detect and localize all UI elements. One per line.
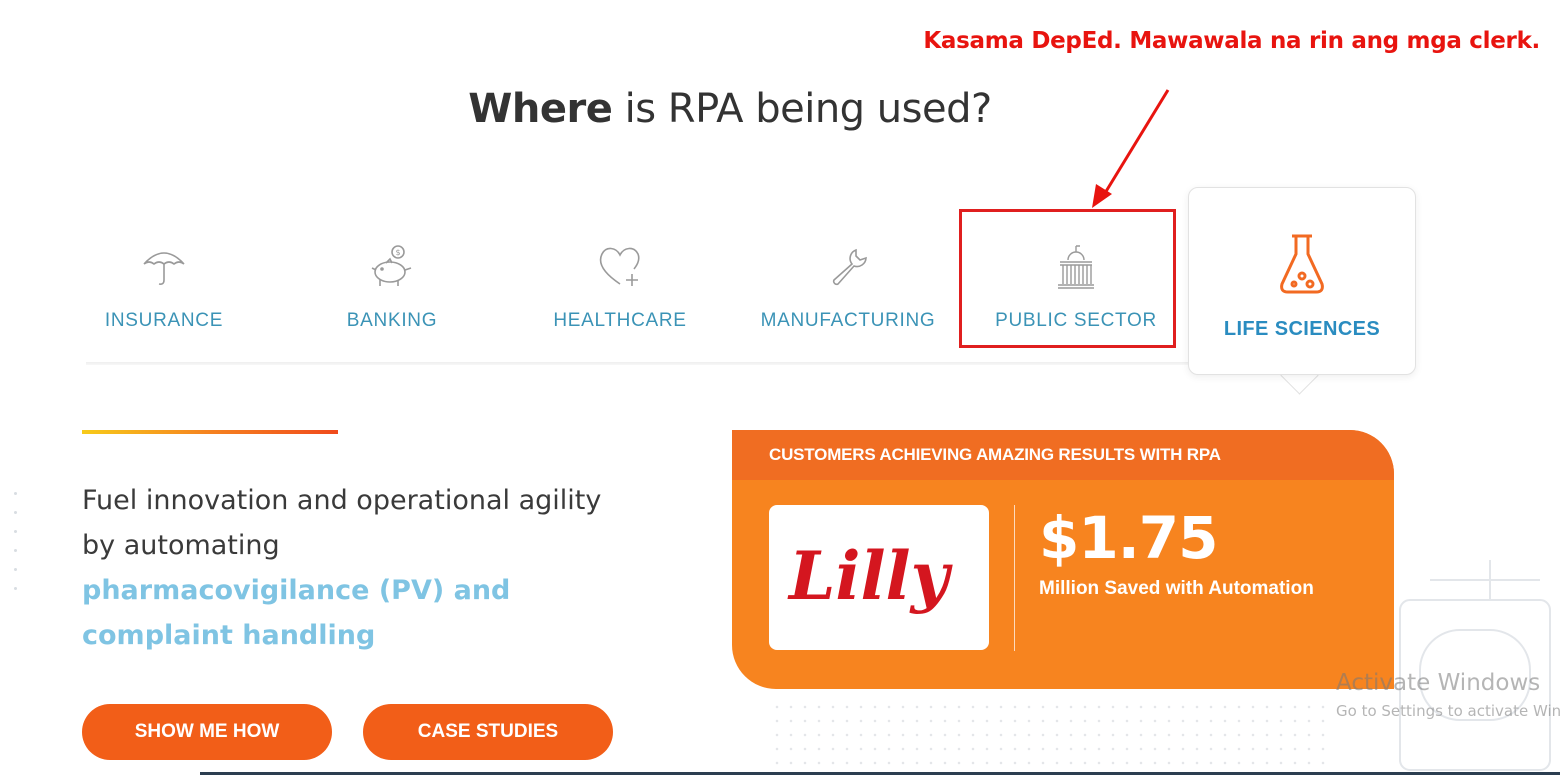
svg-text:$: $	[396, 248, 401, 257]
industry-description: Fuel innovation and operational agility …	[82, 478, 642, 658]
page-title: Where is RPA being used?	[468, 86, 992, 132]
lilly-logo-icon: Lilly	[787, 537, 954, 615]
tab-insurance[interactable]: INSURANCE	[50, 230, 278, 340]
tab-label: INSURANCE	[104, 310, 224, 331]
show-me-how-button[interactable]: SHOW ME HOW	[82, 704, 332, 760]
wrench-icon	[832, 248, 867, 286]
tab-banking[interactable]: $ BANKING	[278, 230, 506, 340]
description-highlight: complaint handling	[82, 620, 376, 651]
annotation-arrow-icon	[1092, 89, 1170, 208]
customer-result-card: CUSTOMERS ACHIEVING AMAZING RESULTS WITH…	[732, 430, 1394, 689]
tab-label: MANUFACTURING	[760, 310, 936, 331]
background-sketch-icon	[1399, 560, 1551, 771]
tabs-divider	[86, 362, 1190, 365]
description-text: Fuel innovation and operational agility …	[82, 485, 602, 561]
heart-plus-icon	[599, 247, 640, 286]
accent-line	[82, 430, 338, 434]
decorative-dots	[14, 492, 22, 606]
tab-manufacturing[interactable]: MANUFACTURING	[734, 230, 962, 340]
annotation-text: Kasama DepEd. Mawawala na rin ang mga cl…	[923, 28, 1540, 54]
card-divider	[1014, 505, 1015, 651]
decorative-dot-grid	[770, 700, 1330, 775]
flask-icon	[1280, 234, 1324, 294]
tab-life-sciences[interactable]: LIFE SCIENCES	[1188, 187, 1416, 375]
tab-label: HEALTHCARE	[553, 310, 687, 331]
tab-label: LIFE SCIENCES	[1223, 318, 1381, 340]
card-header: CUSTOMERS ACHIEVING AMAZING RESULTS WITH…	[732, 430, 1394, 480]
description-highlight: pharmacovigilance (PV) and	[82, 575, 511, 606]
watermark-title: Activate Windows	[1336, 670, 1541, 696]
savings-value: $1.75	[1039, 504, 1218, 572]
customer-logo: Lilly	[769, 505, 989, 650]
tab-label: BANKING	[346, 310, 438, 331]
piggy-bank-icon: $	[371, 245, 412, 286]
windows-activation-watermark: Activate Windows Go to Settings to activ…	[1336, 670, 1560, 720]
annotation-highlight-box	[959, 209, 1176, 348]
watermark-subtitle: Go to Settings to activate Windows.	[1336, 702, 1560, 720]
svg-text:Lilly: Lilly	[787, 537, 954, 615]
tab-healthcare[interactable]: HEALTHCARE	[506, 230, 734, 340]
savings-caption: Million Saved with Automation	[1039, 578, 1314, 599]
umbrella-icon	[143, 252, 185, 285]
case-studies-button[interactable]: CASE STUDIES	[363, 704, 613, 760]
